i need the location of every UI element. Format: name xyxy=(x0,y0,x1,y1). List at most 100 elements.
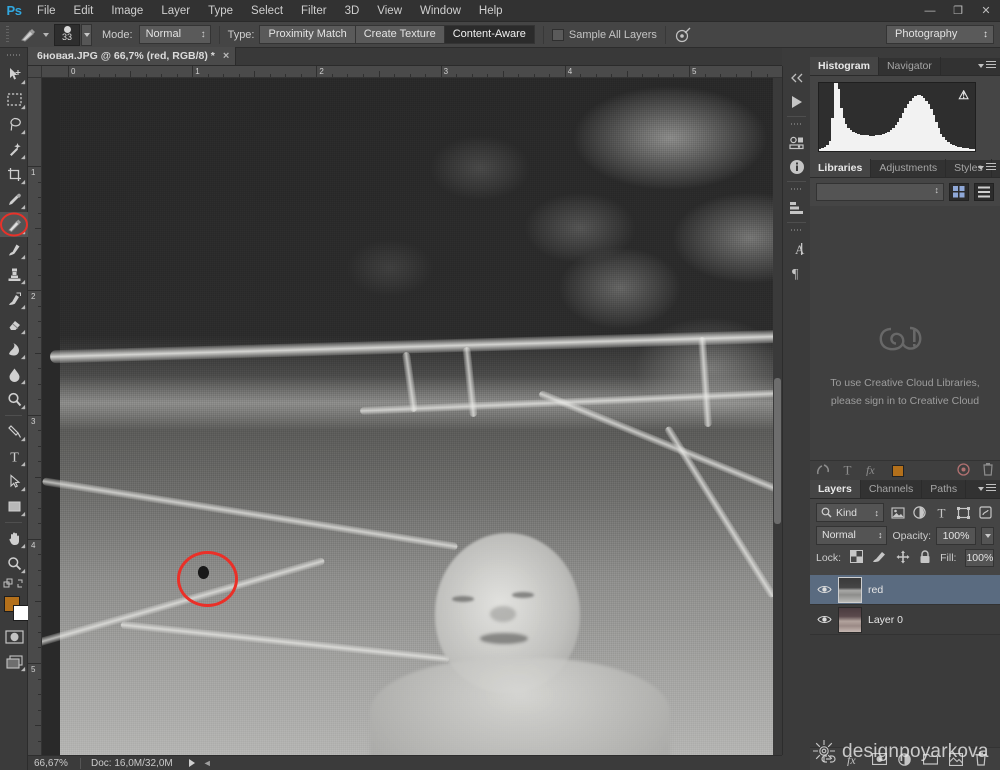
lock-image-pixels-icon[interactable] xyxy=(872,550,887,566)
layer-name[interactable]: red xyxy=(868,584,883,596)
layer-blend-mode-select[interactable]: Normal xyxy=(816,526,888,545)
sample-all-layers-checkbox[interactable] xyxy=(551,28,564,41)
menu-help[interactable]: Help xyxy=(470,0,512,22)
tool-preset-chevron-down-icon[interactable] xyxy=(43,32,49,37)
hand-tool[interactable] xyxy=(0,526,28,551)
type-proximity-match-button[interactable]: Proximity Match xyxy=(259,25,356,44)
text-icon[interactable]: T xyxy=(841,462,854,479)
color-swatches[interactable] xyxy=(0,594,29,624)
type-create-texture-button[interactable]: Create Texture xyxy=(354,25,445,44)
dodge-tool[interactable] xyxy=(0,387,28,412)
lasso-tool[interactable] xyxy=(0,112,28,137)
restore-icon[interactable]: ❐ xyxy=(944,0,972,22)
zoom-tool[interactable] xyxy=(0,551,28,576)
tab-paths[interactable]: Paths xyxy=(922,480,967,498)
type-content-aware-button[interactable]: Content-Aware xyxy=(443,25,535,44)
document-tab[interactable]: 6новая.JPG @ 66,7% (red, RGB/8) * × xyxy=(28,47,237,65)
menu-layer[interactable]: Layer xyxy=(152,0,199,22)
tab-channels[interactable]: Channels xyxy=(861,480,923,498)
horizontal-ruler[interactable]: 0 1 2 3 4 5 xyxy=(42,66,782,78)
menu-filter[interactable]: Filter xyxy=(292,0,336,22)
new-layer-icon[interactable] xyxy=(947,750,965,768)
rectangular-marquee-tool[interactable] xyxy=(0,87,28,112)
spot-healing-brush-icon[interactable] xyxy=(15,25,41,45)
blur-tool[interactable] xyxy=(0,362,28,387)
path-selection-tool[interactable] xyxy=(0,469,28,494)
eraser-tool[interactable] xyxy=(0,312,28,337)
timeline-play-icon[interactable] xyxy=(783,90,811,114)
airbrush-pressure-icon[interactable] xyxy=(674,25,694,45)
layers-panel-menu-icon[interactable] xyxy=(978,484,996,493)
link-layers-icon[interactable] xyxy=(816,463,830,479)
status-collapse-icon[interactable]: ◄ xyxy=(203,758,212,768)
new-group-icon[interactable] xyxy=(921,750,939,768)
link-layers-icon[interactable] xyxy=(820,750,838,768)
lock-transparent-pixels-icon[interactable] xyxy=(850,550,864,566)
table-row[interactable]: red xyxy=(810,575,1000,605)
gradient-tool[interactable] xyxy=(0,337,28,362)
paragraph-icon[interactable]: ¶ xyxy=(783,261,811,285)
list-view-icon[interactable] xyxy=(974,183,994,201)
lock-all-icon[interactable] xyxy=(919,549,931,567)
brush-options-chevron-down-icon[interactable] xyxy=(81,23,92,46)
ruler-corner[interactable] xyxy=(28,66,42,78)
screen-mode-icon[interactable] xyxy=(0,649,28,674)
canvas-area[interactable] xyxy=(42,78,782,755)
tab-close-icon[interactable]: × xyxy=(223,50,229,62)
tab-histogram[interactable]: Histogram xyxy=(810,57,879,75)
color-swatch-icon[interactable] xyxy=(892,464,904,477)
histogram-panel-menu-icon[interactable] xyxy=(978,61,996,70)
type-tool[interactable]: T xyxy=(0,444,28,469)
menu-3d[interactable]: 3D xyxy=(336,0,369,22)
pen-tool[interactable] xyxy=(0,419,28,444)
new-adjustment-layer-icon[interactable] xyxy=(896,750,914,768)
histogram-warning-icon[interactable]: ⚠ xyxy=(958,88,969,103)
dock-group-grip-3[interactable] xyxy=(791,226,802,234)
camera-raw-icon[interactable] xyxy=(956,462,971,479)
layer-thumbnail[interactable] xyxy=(838,576,862,603)
spot-healing-brush-tool[interactable] xyxy=(0,212,28,237)
tools-panel-grip[interactable] xyxy=(7,50,20,60)
shape-filter-icon[interactable] xyxy=(955,504,972,521)
dock-group-grip-2[interactable] xyxy=(791,185,802,193)
layer-visibility-icon[interactable] xyxy=(816,614,832,625)
tab-adjustments[interactable]: Adjustments xyxy=(871,159,947,177)
character-icon[interactable]: A xyxy=(783,237,811,261)
lock-position-icon[interactable] xyxy=(896,550,910,567)
histogram-chart[interactable]: ⚠ xyxy=(818,82,976,152)
delete-layer-icon[interactable] xyxy=(972,750,990,768)
move-tool[interactable] xyxy=(0,62,28,87)
quick-mask-mode-icon[interactable] xyxy=(0,624,28,649)
workspace-select[interactable]: Photography xyxy=(886,25,994,44)
layer-name[interactable]: Layer 0 xyxy=(868,614,903,626)
menu-image[interactable]: Image xyxy=(102,0,152,22)
canvas-vertical-scrollbar-thumb[interactable] xyxy=(774,378,781,524)
blend-mode-select[interactable]: Normal xyxy=(138,25,211,44)
layer-comps-icon[interactable] xyxy=(783,196,811,220)
trash-icon[interactable] xyxy=(982,462,994,479)
crop-tool[interactable] xyxy=(0,162,28,187)
add-layer-mask-icon[interactable] xyxy=(871,750,889,768)
fill-value[interactable]: 100% xyxy=(965,549,995,567)
menu-type[interactable]: Type xyxy=(199,0,242,22)
dock-group-grip[interactable] xyxy=(791,120,802,128)
smart-object-filter-icon[interactable] xyxy=(977,504,994,521)
library-select[interactable] xyxy=(816,183,944,201)
libraries-panel-menu-icon[interactable] xyxy=(978,163,996,172)
tab-libraries[interactable]: Libraries xyxy=(810,159,872,177)
add-layer-style-icon[interactable]: fx xyxy=(845,750,863,768)
tab-layers[interactable]: Layers xyxy=(810,480,861,498)
opacity-value[interactable]: 100% xyxy=(936,526,976,545)
minimize-icon[interactable]: — xyxy=(916,0,944,22)
menu-file[interactable]: File xyxy=(28,0,65,22)
close-icon[interactable]: ✕ xyxy=(972,0,1000,22)
brush-tool[interactable] xyxy=(0,237,28,262)
properties-icon[interactable] xyxy=(783,131,811,155)
document-image[interactable] xyxy=(42,78,782,755)
menu-edit[interactable]: Edit xyxy=(65,0,103,22)
magic-wand-tool[interactable] xyxy=(0,137,28,162)
tab-navigator[interactable]: Navigator xyxy=(879,57,941,75)
layer-thumbnail[interactable] xyxy=(838,606,862,633)
vertical-ruler[interactable]: 1 2 3 4 5 xyxy=(28,78,42,755)
layer-visibility-icon[interactable] xyxy=(816,584,832,595)
